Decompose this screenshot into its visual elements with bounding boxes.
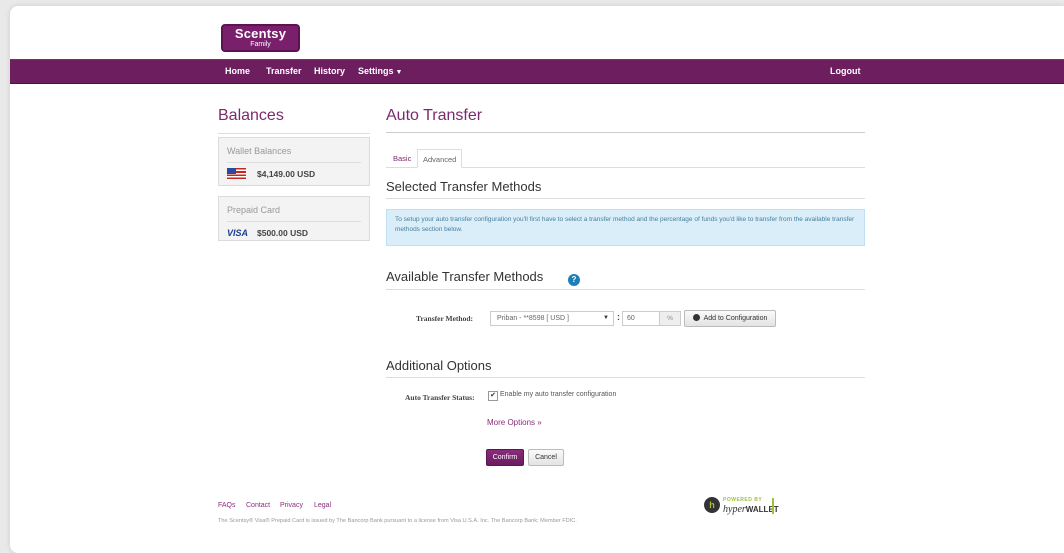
add-to-configuration-button[interactable]: Add to Configuration xyxy=(684,310,776,327)
chevron-down-icon: ▼ xyxy=(395,69,403,76)
transfer-method-value: Priban - **8598 [ USD ] xyxy=(497,315,569,322)
browser-frame: Scentsy Family Home Transfer History Set… xyxy=(10,6,1064,553)
chevron-down-icon: ▼ xyxy=(603,315,609,321)
transfer-method-select[interactable]: Priban - **8598 [ USD ] ▼ xyxy=(490,311,614,326)
footer-link-faqs[interactable]: FAQs xyxy=(218,502,236,509)
footer-disclaimer: The Scentsy® Visa® Prepaid Card is issue… xyxy=(218,518,577,524)
prepaid-card-panel: Prepaid Card VISA $500.00 USD xyxy=(218,196,370,241)
hyperwallet-bar xyxy=(772,498,774,514)
cancel-button[interactable]: Cancel xyxy=(528,449,564,466)
help-icon[interactable]: ? xyxy=(568,274,580,286)
top-navbar: Home Transfer History Settings ▼ Logout xyxy=(10,59,1064,84)
enable-auto-transfer-checkbox[interactable]: ✔ xyxy=(488,391,498,401)
plus-circle-icon xyxy=(692,314,700,321)
section-divider xyxy=(386,289,865,290)
nav-logout[interactable]: Logout xyxy=(830,66,861,76)
page-title: Auto Transfer xyxy=(386,107,483,124)
footer-link-legal[interactable]: Legal xyxy=(314,502,331,509)
available-methods-title: Available Transfer Methods xyxy=(386,269,544,284)
scentsy-logo[interactable]: Scentsy Family xyxy=(221,24,300,52)
balances-title: Balances xyxy=(218,107,284,124)
confirm-button[interactable]: Confirm xyxy=(486,449,524,466)
more-options-link[interactable]: More Options » xyxy=(487,418,542,427)
wallet-balances-title: Wallet Balances xyxy=(227,146,292,156)
add-button-label: Add to Configuration xyxy=(703,315,768,322)
wallet-balance-amount: $4,149.00 USD xyxy=(257,169,316,179)
info-alert: To setup your auto transfer configuratio… xyxy=(386,209,865,246)
logo-name: Scentsy xyxy=(234,26,287,41)
wallet-balances-panel: Wallet Balances $4,149.00 USD xyxy=(218,137,370,186)
title-divider xyxy=(386,132,865,133)
prepaid-balance-amount: $500.00 USD xyxy=(257,228,309,238)
visa-logo-icon: VISA xyxy=(227,228,249,238)
percent-addon: % xyxy=(659,311,681,326)
hyperwallet-logo-icon: h xyxy=(704,497,720,513)
tab-basic[interactable]: Basic xyxy=(388,149,416,168)
separator-colon: : xyxy=(617,312,620,322)
nav-history[interactable]: History xyxy=(314,66,345,76)
panel-divider xyxy=(227,162,361,163)
enable-auto-transfer-label[interactable]: Enable my auto transfer configuration xyxy=(500,391,616,398)
nav-transfer[interactable]: Transfer xyxy=(266,66,302,76)
powered-by-label: POWERED BY xyxy=(723,497,763,503)
footer-link-contact[interactable]: Contact xyxy=(246,502,270,509)
tab-advanced[interactable]: Advanced xyxy=(417,149,463,168)
hyperwallet-wordmark: hyperWALLET xyxy=(723,504,779,515)
balances-divider xyxy=(218,133,370,134)
footer-link-privacy[interactable]: Privacy xyxy=(280,502,303,509)
auto-transfer-status-label: Auto Transfer Status: xyxy=(405,393,475,402)
prepaid-card-title: Prepaid Card xyxy=(227,205,281,215)
percentage-input[interactable]: 60 xyxy=(622,311,660,326)
selected-methods-title: Selected Transfer Methods xyxy=(386,179,542,194)
section-divider xyxy=(386,198,865,199)
nav-settings-label: Settings xyxy=(358,66,394,76)
us-flag-icon xyxy=(227,168,246,179)
nav-settings[interactable]: Settings ▼ xyxy=(358,66,402,76)
nav-home[interactable]: Home xyxy=(225,66,250,76)
hyper-text: hyper xyxy=(723,504,746,515)
additional-options-title: Additional Options xyxy=(386,358,492,373)
panel-divider xyxy=(227,221,361,222)
section-divider xyxy=(386,377,865,378)
transfer-method-label: Transfer Method: xyxy=(416,314,474,323)
logo-sub: Family xyxy=(250,41,271,48)
